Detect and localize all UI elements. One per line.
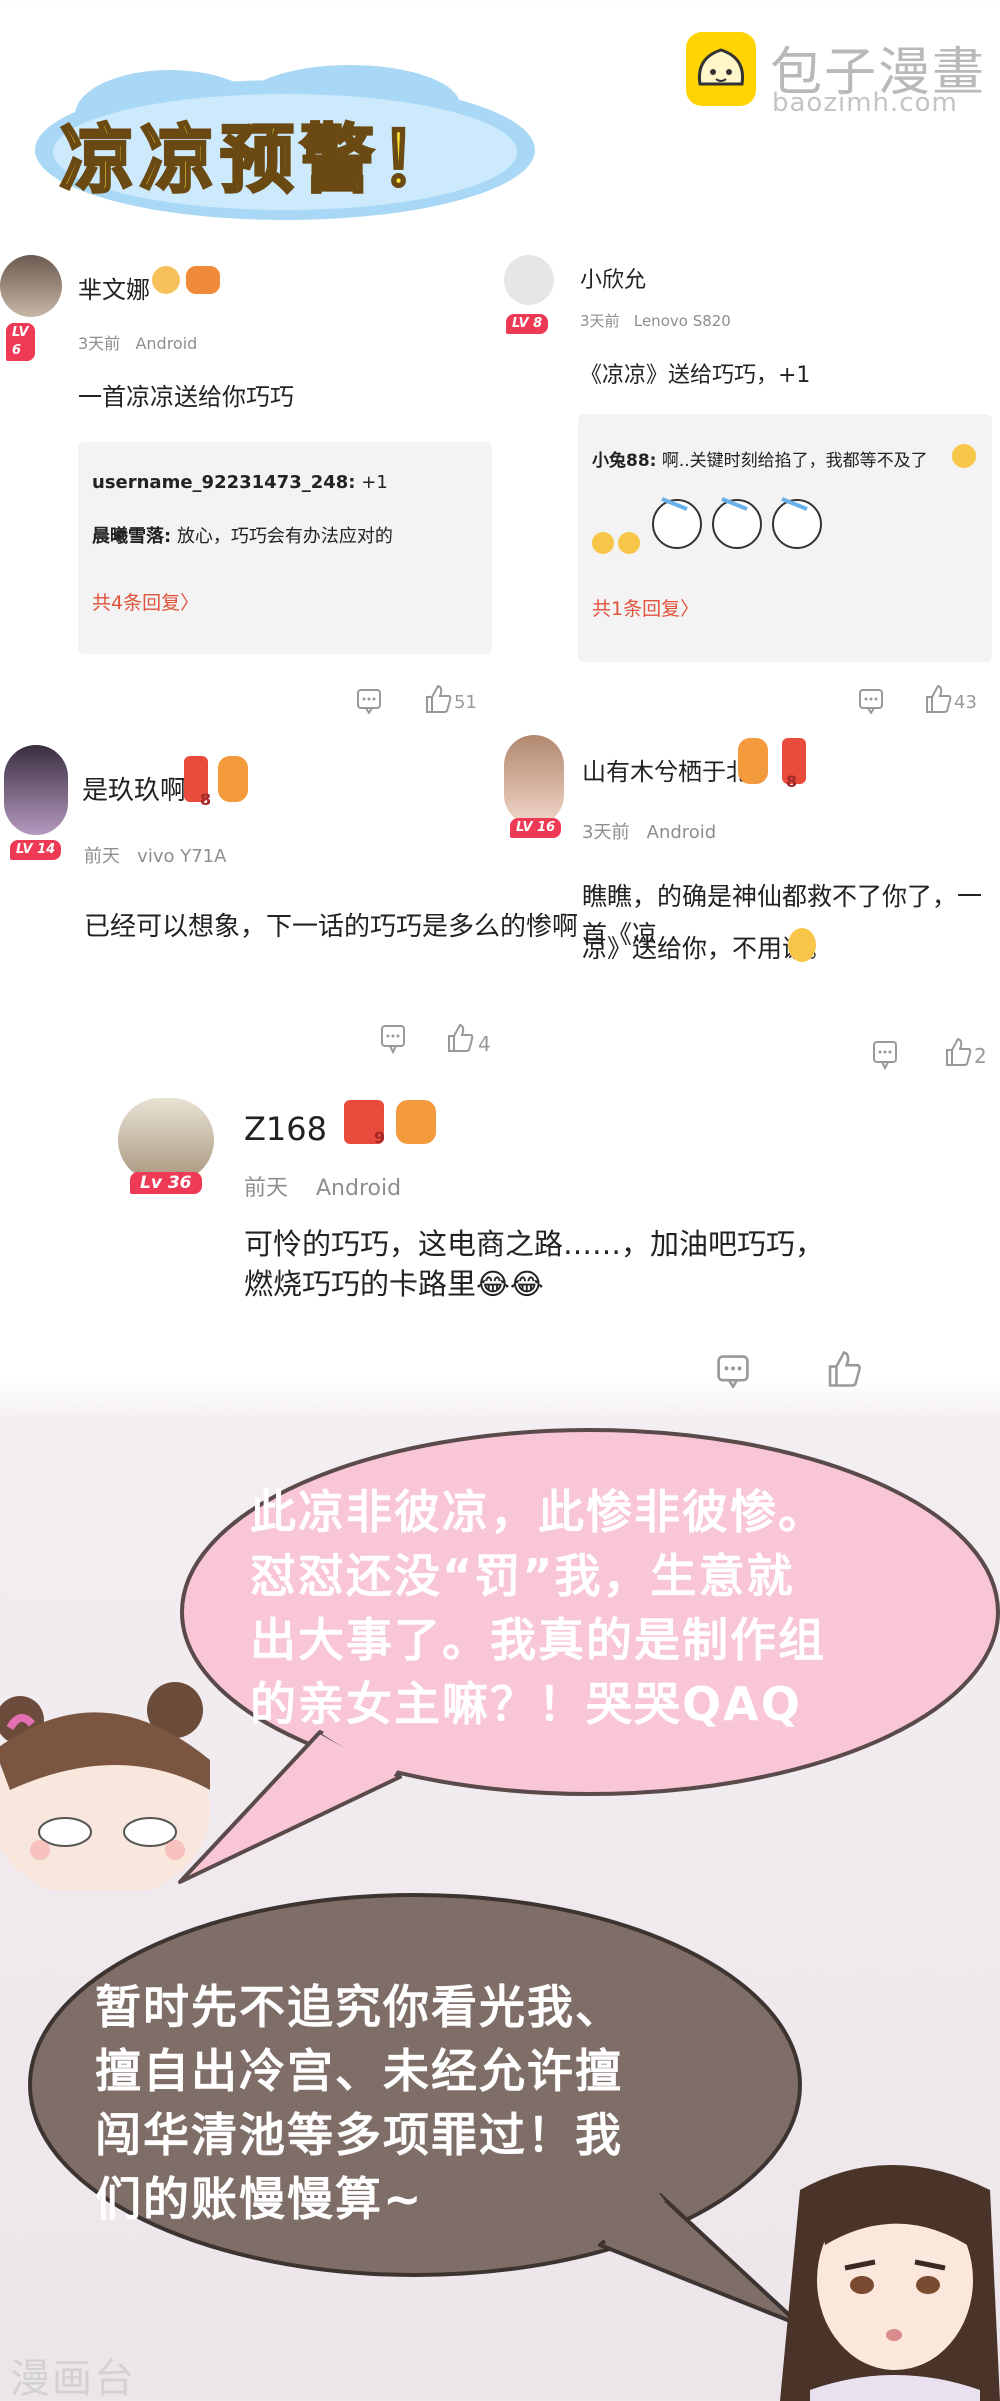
avatar[interactable] <box>504 735 564 825</box>
medal-icon <box>344 1100 436 1144</box>
comment-icon[interactable] <box>716 1354 750 1388</box>
speech-line: 出大事了。我真的是制作组 <box>250 1613 826 1667</box>
comment-username[interactable]: 山有木兮栖于北 <box>582 752 750 787</box>
speech-line: 怼怼还没“罚”我，生意就 <box>250 1549 795 1603</box>
comment-time: 前天 <box>84 846 120 867</box>
avatar[interactable] <box>4 745 68 835</box>
comment-username[interactable]: 是玖玖啊 <box>82 770 186 807</box>
level-badge: LV 8 <box>506 314 549 334</box>
comment-username[interactable]: 芈文娜 <box>78 270 150 305</box>
medal-icon <box>152 266 220 294</box>
level-badge: LV 6 <box>6 323 35 361</box>
comment-meta: 3天前 Android <box>78 330 197 354</box>
speech-line: 们的账慢慢算~ <box>95 2172 424 2226</box>
comment-time: 3天前 <box>78 334 121 353</box>
comment-device: Android <box>316 1176 402 1201</box>
reply-item: 晨曦雪落: 放心，巧巧会有办法应对的 <box>92 522 393 548</box>
comment-text: 《凉凉》送给巧巧，+1 <box>580 363 811 388</box>
sticker-icon <box>652 497 822 549</box>
medal-icon <box>184 756 248 802</box>
comment-time: 3天前 <box>582 822 630 843</box>
speech-line: 此凉非彼凉，此惨非彼惨。 <box>250 1485 826 1539</box>
level-badge: LV 16 <box>510 818 562 838</box>
comment-text: 已经可以想象，下一话的巧巧是多么的惨啊 <box>84 912 579 942</box>
like-count: 43 <box>954 692 977 713</box>
reply-user[interactable]: 晨曦雪落: <box>92 526 171 547</box>
reply-item: username_92231473_248: +1 <box>92 472 388 493</box>
comment-text-line: 燃烧巧巧的卡路里😂😂 <box>244 1267 544 1301</box>
emoji-icon <box>618 532 640 554</box>
like-count: 4 <box>478 1032 491 1056</box>
level-badge: Lv 36 <box>130 1172 202 1194</box>
emoji-icon <box>952 444 976 468</box>
speech-emperor-text: 暂时先不追究你看光我、 擅自出冷宫、未经允许擅 闯华清池等多项罪过！我 们的账慢… <box>95 1975 795 2231</box>
avatar[interactable] <box>118 1098 214 1182</box>
speech-heroine-text: 此凉非彼凉，此惨非彼惨。 怼怼还没“罚”我，生意就 出大事了。我真的是制作组 的… <box>250 1480 960 1736</box>
like-icon[interactable] <box>924 684 952 714</box>
medal-count: 9 <box>374 1128 386 1147</box>
emperor-character-illustration <box>780 2165 1000 2401</box>
medal-count: 8 <box>786 772 798 791</box>
comment-device: Android <box>135 334 198 353</box>
like-icon[interactable] <box>424 684 452 714</box>
reply-box[interactable]: 小兔88: 啊..关键时刻给掐了，我都等不及了 共1条回复〉 <box>578 414 992 662</box>
comment-username[interactable]: 小欣允 <box>580 262 646 294</box>
speech-line: 闯华清池等多项罪过！我 <box>95 2108 623 2162</box>
like-icon[interactable] <box>944 1036 972 1068</box>
reply-text: +1 <box>355 472 388 493</box>
reply-user[interactable]: 小兔88: <box>592 451 656 471</box>
more-replies-link[interactable]: 共1条回复〉 <box>592 594 699 621</box>
comment-text-line: 可怜的巧巧，这电商之路……，加油吧巧巧， <box>244 1227 825 1261</box>
reply-item: 小兔88: 啊..关键时刻给掐了，我都等不及了 <box>592 446 928 471</box>
avatar[interactable] <box>0 255 62 317</box>
site-logo-icon <box>686 32 756 106</box>
banner-title: 凉凉预警！ <box>59 116 460 205</box>
speech-line: 暂时先不追究你看光我、 <box>95 1980 623 2034</box>
comment-icon[interactable] <box>858 688 884 714</box>
heroine-character-illustration <box>0 1682 210 1890</box>
avatar[interactable] <box>504 255 554 305</box>
emoji-icon <box>788 928 816 962</box>
comment-time: 3天前 <box>580 312 620 330</box>
speech-line: 的亲女主嘛？！哭哭QAQ <box>250 1677 802 1731</box>
reply-text: 啊..关键时刻给掐了，我都等不及了 <box>656 451 928 471</box>
comment-device: Lenovo S820 <box>633 312 731 330</box>
emoji-icon <box>592 532 614 554</box>
like-count: 51 <box>454 692 477 713</box>
comment-icon[interactable] <box>872 1040 898 1070</box>
speech-line: 擅自出冷宫、未经允许擅 <box>95 2044 623 2098</box>
footer-watermark: 漫画台 <box>10 2356 136 2401</box>
comment-icon[interactable] <box>380 1024 406 1054</box>
like-count: 2 <box>974 1044 987 1068</box>
comment-text: 一首凉凉送给你巧巧 <box>78 383 294 411</box>
like-icon[interactable] <box>826 1350 862 1388</box>
like-icon[interactable] <box>446 1022 474 1054</box>
reply-box[interactable]: username_92231473_248: +1 晨曦雪落: 放心，巧巧会有办… <box>78 442 492 654</box>
reply-user[interactable]: username_92231473_248: <box>92 472 356 493</box>
comment-device: Android <box>646 822 717 843</box>
reply-text: 放心，巧巧会有办法应对的 <box>171 526 393 547</box>
medal-count: 8 <box>200 790 212 809</box>
level-badge: LV 14 <box>10 840 62 860</box>
comment-icon[interactable] <box>356 688 382 714</box>
site-url: baozimh.com <box>772 88 958 118</box>
comment-device: vivo Y71A <box>137 846 227 867</box>
comment-username[interactable]: Z168 <box>244 1110 327 1148</box>
more-replies-link[interactable]: 共4条回复〉 <box>92 588 199 615</box>
comment-time: 前天 <box>244 1176 289 1201</box>
